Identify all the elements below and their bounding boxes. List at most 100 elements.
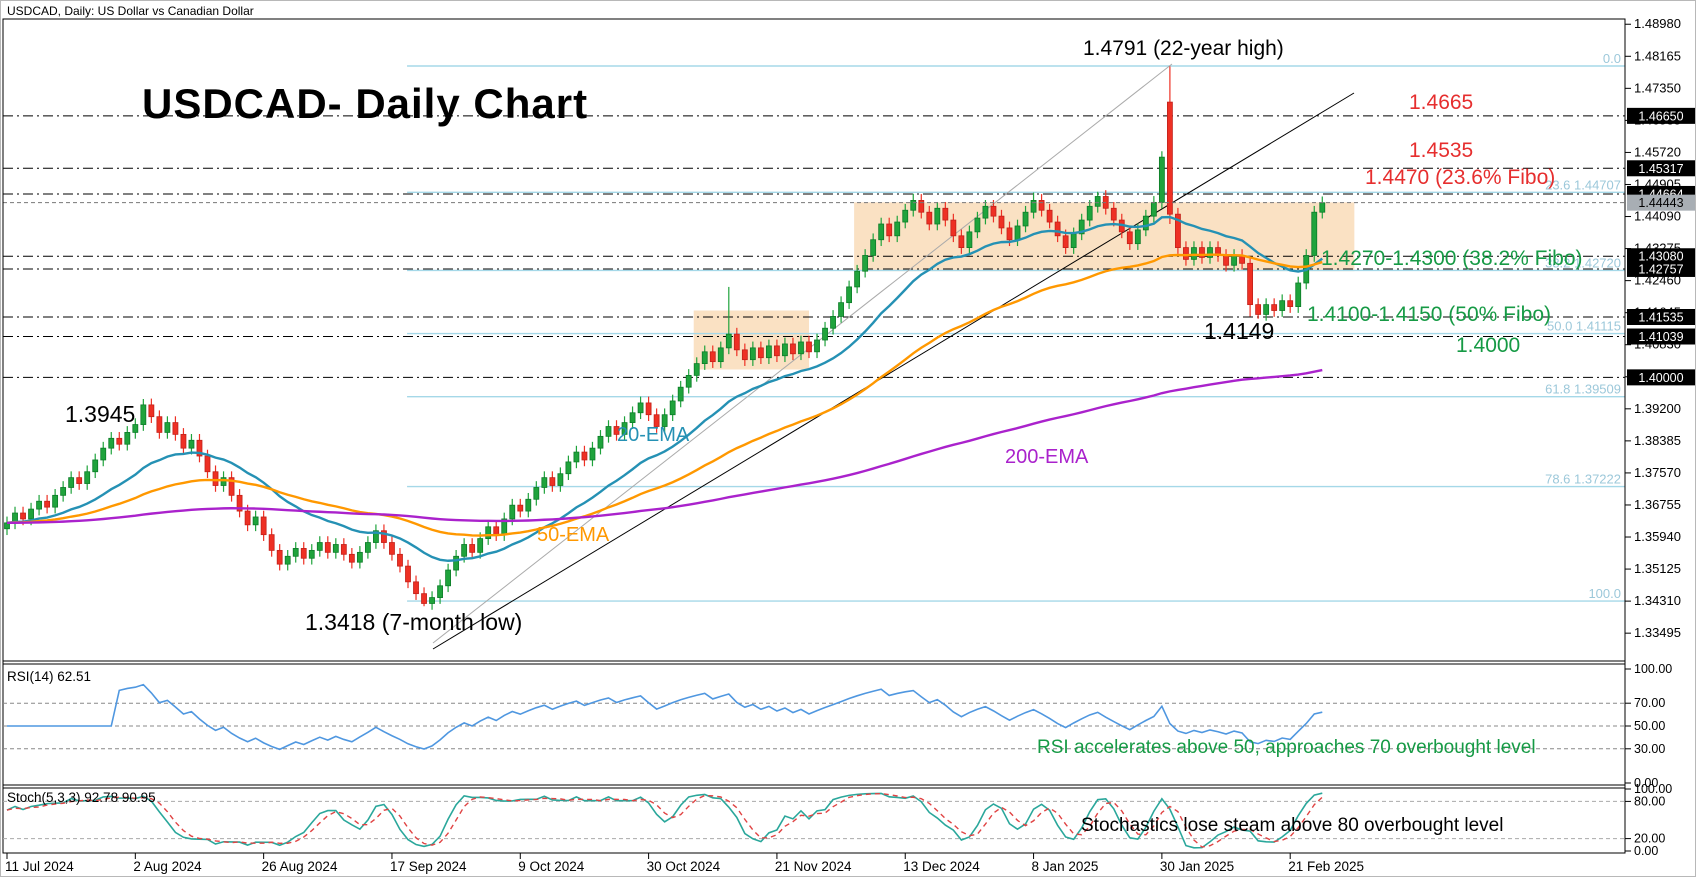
candle-bear [414,582,419,594]
candle-bear [245,511,250,525]
candle-bull [839,303,844,317]
candle-bear [213,472,218,486]
price-badge-label: 1.41039 [1638,330,1683,344]
candle-bull [141,405,146,425]
fibo-label-61.8: 61.8 1.39509 [1545,382,1621,397]
x-tick-label: 13 Dec 2024 [903,859,980,874]
y-tick-label: 1.37570 [1634,465,1681,480]
candle-bear [325,543,330,553]
candle-bull [1264,305,1269,315]
current-price-label: 1.44443 [1638,196,1683,210]
chart-window: USDCAD, Daily: US Dollar vs Canadian Dol… [0,0,1696,877]
rsi-axis-label: 30.00 [1634,742,1665,756]
candle-bull [983,206,988,218]
rsi-axis-label: 100.00 [1634,662,1672,676]
annotation-stoch-note: Stochastics lose steam above 80 overboug… [1081,816,1503,835]
y-tick-label: 1.45720 [1634,144,1681,159]
candle-bear [1055,222,1060,236]
candle-bull [365,543,370,553]
candle-bear [1007,228,1012,240]
candle-bull [815,340,820,352]
candle-bear [181,434,186,448]
candle-bull [1312,212,1317,255]
candle-bear [999,216,1004,228]
candle-bear [550,478,555,486]
candle-bull [823,328,828,340]
candle-bear [991,206,996,216]
x-tick-label: 21 Feb 2025 [1288,859,1364,874]
fibo-label-0.0: 0.0 [1603,51,1621,66]
candle-bull [911,200,916,210]
candle-bull [1320,203,1325,212]
candle-bear [742,350,747,360]
candle-bull [357,552,362,562]
candle-bull [1071,234,1076,248]
candle-bull [253,517,258,525]
y-tick-label: 1.39200 [1634,401,1681,416]
plot-background[interactable] [3,19,1625,853]
candle-bull [1015,226,1020,240]
x-tick-label: 26 Aug 2024 [262,859,338,874]
candle-bull [462,544,467,556]
candle-bull [1280,301,1285,311]
candle-bear [157,417,162,433]
candle-bull [558,474,563,486]
annotation-resistance-1.4665: 1.4665 [1409,92,1473,113]
candle-bear [45,501,50,507]
price-badge-label: 1.40000 [1638,371,1683,385]
annotation-resistance-1.4535: 1.4535 [1409,140,1473,161]
candle-bear [341,544,346,554]
candle-bear [1256,305,1261,315]
y-tick-label: 1.48165 [1634,48,1681,63]
candle-bull [430,598,435,604]
candle-bull [718,348,723,362]
candle-bear [582,452,587,460]
x-tick-label: 2 Aug 2024 [133,859,202,874]
candle-bear [1167,102,1172,214]
candle-bull [847,287,852,303]
candle-bull [333,544,338,552]
candle-bear [269,535,274,551]
candle-bear [277,550,282,564]
candle-bear [1039,200,1044,210]
candle-bull [526,499,531,511]
candle-bear [807,342,812,352]
candle-bear [1047,210,1052,222]
y-tick-label: 1.35125 [1634,561,1681,576]
candle-bear [774,346,779,356]
candle-bull [37,501,42,509]
fibo-label-100.0: 100.0 [1588,586,1621,601]
y-tick-label: 1.44090 [1634,209,1681,224]
candle-bear [1183,248,1188,260]
candle-bull [726,334,731,348]
candle-bull [590,448,595,460]
candle-bull [221,478,226,486]
candle-bull [694,364,699,376]
candle-bear [518,505,523,511]
candle-bull [702,352,707,364]
candle-bear [117,438,122,444]
candle-bull [53,495,58,507]
annotation-resistance-23.6-fibo: 1.4470 (23.6% Fibo) [1365,167,1555,188]
x-tick-label: 9 Oct 2024 [518,859,585,874]
rsi-panel-label: RSI(14) 62.51 [7,669,91,684]
candle-bear [389,543,394,555]
candle-bear [1111,208,1116,220]
candle-bull [638,403,643,413]
stoch-panel-label: Stoch(5,3,3) 92.78 90.95 [7,790,156,805]
candle-bear [734,334,739,350]
candle-bull [766,346,771,358]
label-ema-20: 20-EMA [617,425,689,445]
price-badge-label: 1.45317 [1638,162,1683,176]
candle-bear [943,208,948,220]
candle-bull [309,550,314,558]
candle-bull [1135,230,1140,244]
candle-bear [21,513,26,519]
candle-bear [790,344,795,354]
candle-bear [494,527,499,535]
candle-bull [798,342,803,354]
candle-bull [1296,283,1301,307]
candle-bull [863,255,868,271]
annotation-7-month-low: 1.3418 (7-month low) [305,611,522,634]
candle-bull [831,316,836,328]
